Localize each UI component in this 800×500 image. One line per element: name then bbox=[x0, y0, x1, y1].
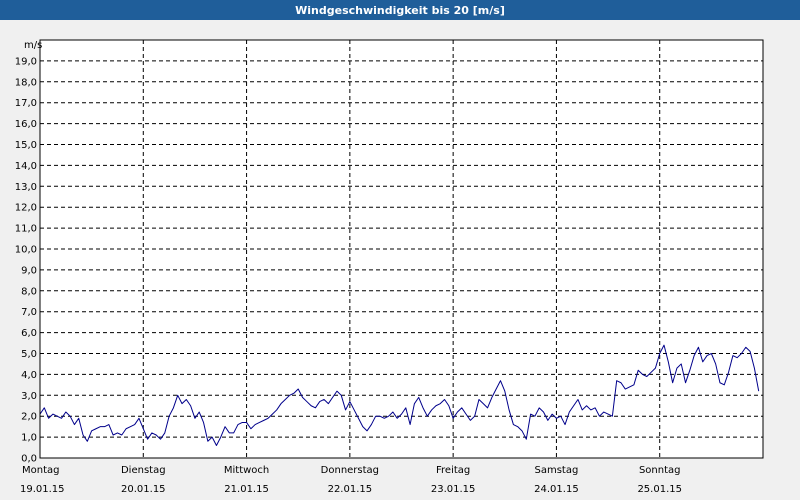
x-tick-day-label: Freitag bbox=[436, 465, 470, 476]
y-tick-label: 13,0 bbox=[15, 182, 37, 193]
x-tick-date-label: 19.01.15 bbox=[20, 484, 65, 495]
y-tick-label: 9,0 bbox=[21, 265, 37, 276]
y-tick-label: 2,0 bbox=[21, 412, 37, 423]
y-tick-label: 16,0 bbox=[15, 119, 37, 130]
y-tick-label: 8,0 bbox=[21, 286, 37, 297]
wind-speed-chart: 0,0 1,0 2,0 3,0 4,0 5,0 6,0 7,0 8,0 9,0 10,0 11,0 12… bbox=[15, 39, 764, 495]
x-tick-date-label: 25.01.15 bbox=[637, 484, 682, 495]
x-tick-day-label: Dienstag bbox=[121, 465, 166, 476]
x-tick-date-label: 22.01.15 bbox=[328, 484, 373, 495]
y-tick-label: 7,0 bbox=[21, 307, 37, 318]
y-tick-label: 4,0 bbox=[21, 370, 37, 381]
x-tick-day-label: Montag bbox=[22, 465, 59, 476]
y-tick-label: 1,0 bbox=[21, 433, 37, 444]
x-tick-date-label: 23.01.15 bbox=[431, 484, 476, 495]
chart-title: Windgeschwindigkeit bis 20 [m/s] bbox=[0, 0, 800, 21]
y-tick-label: 3,0 bbox=[21, 391, 37, 402]
y-tick-label: 0,0 bbox=[21, 454, 37, 465]
y-tick-label: 10,0 bbox=[15, 245, 37, 256]
x-tick-date-label: 21.01.15 bbox=[224, 484, 269, 495]
x-tick-day-label: Mittwoch bbox=[224, 465, 269, 476]
y-tick-label: 17,0 bbox=[15, 98, 37, 109]
x-tick-day-label: Donnerstag bbox=[321, 465, 379, 476]
y-tick-label: 14,0 bbox=[15, 161, 37, 172]
y-tick-label: 5,0 bbox=[21, 349, 37, 360]
y-tick-label: 15,0 bbox=[15, 140, 37, 151]
x-tick-day-label: Samstag bbox=[535, 465, 579, 476]
y-tick-label: 11,0 bbox=[15, 224, 37, 235]
y-tick-label: 6,0 bbox=[21, 328, 37, 339]
chart-area: 0,0 1,0 2,0 3,0 4,0 5,0 6,0 7,0 8,0 9,0 10,0 11,0 12… bbox=[0, 20, 800, 500]
y-tick-label: 18,0 bbox=[15, 77, 37, 88]
y-tick-label: 19,0 bbox=[15, 56, 37, 67]
y-tick-label: 12,0 bbox=[15, 203, 37, 214]
x-tick-day-label: Sonntag bbox=[639, 465, 681, 476]
x-tick-date-label: 24.01.15 bbox=[534, 484, 579, 495]
x-tick-date-label: 20.01.15 bbox=[121, 484, 166, 495]
